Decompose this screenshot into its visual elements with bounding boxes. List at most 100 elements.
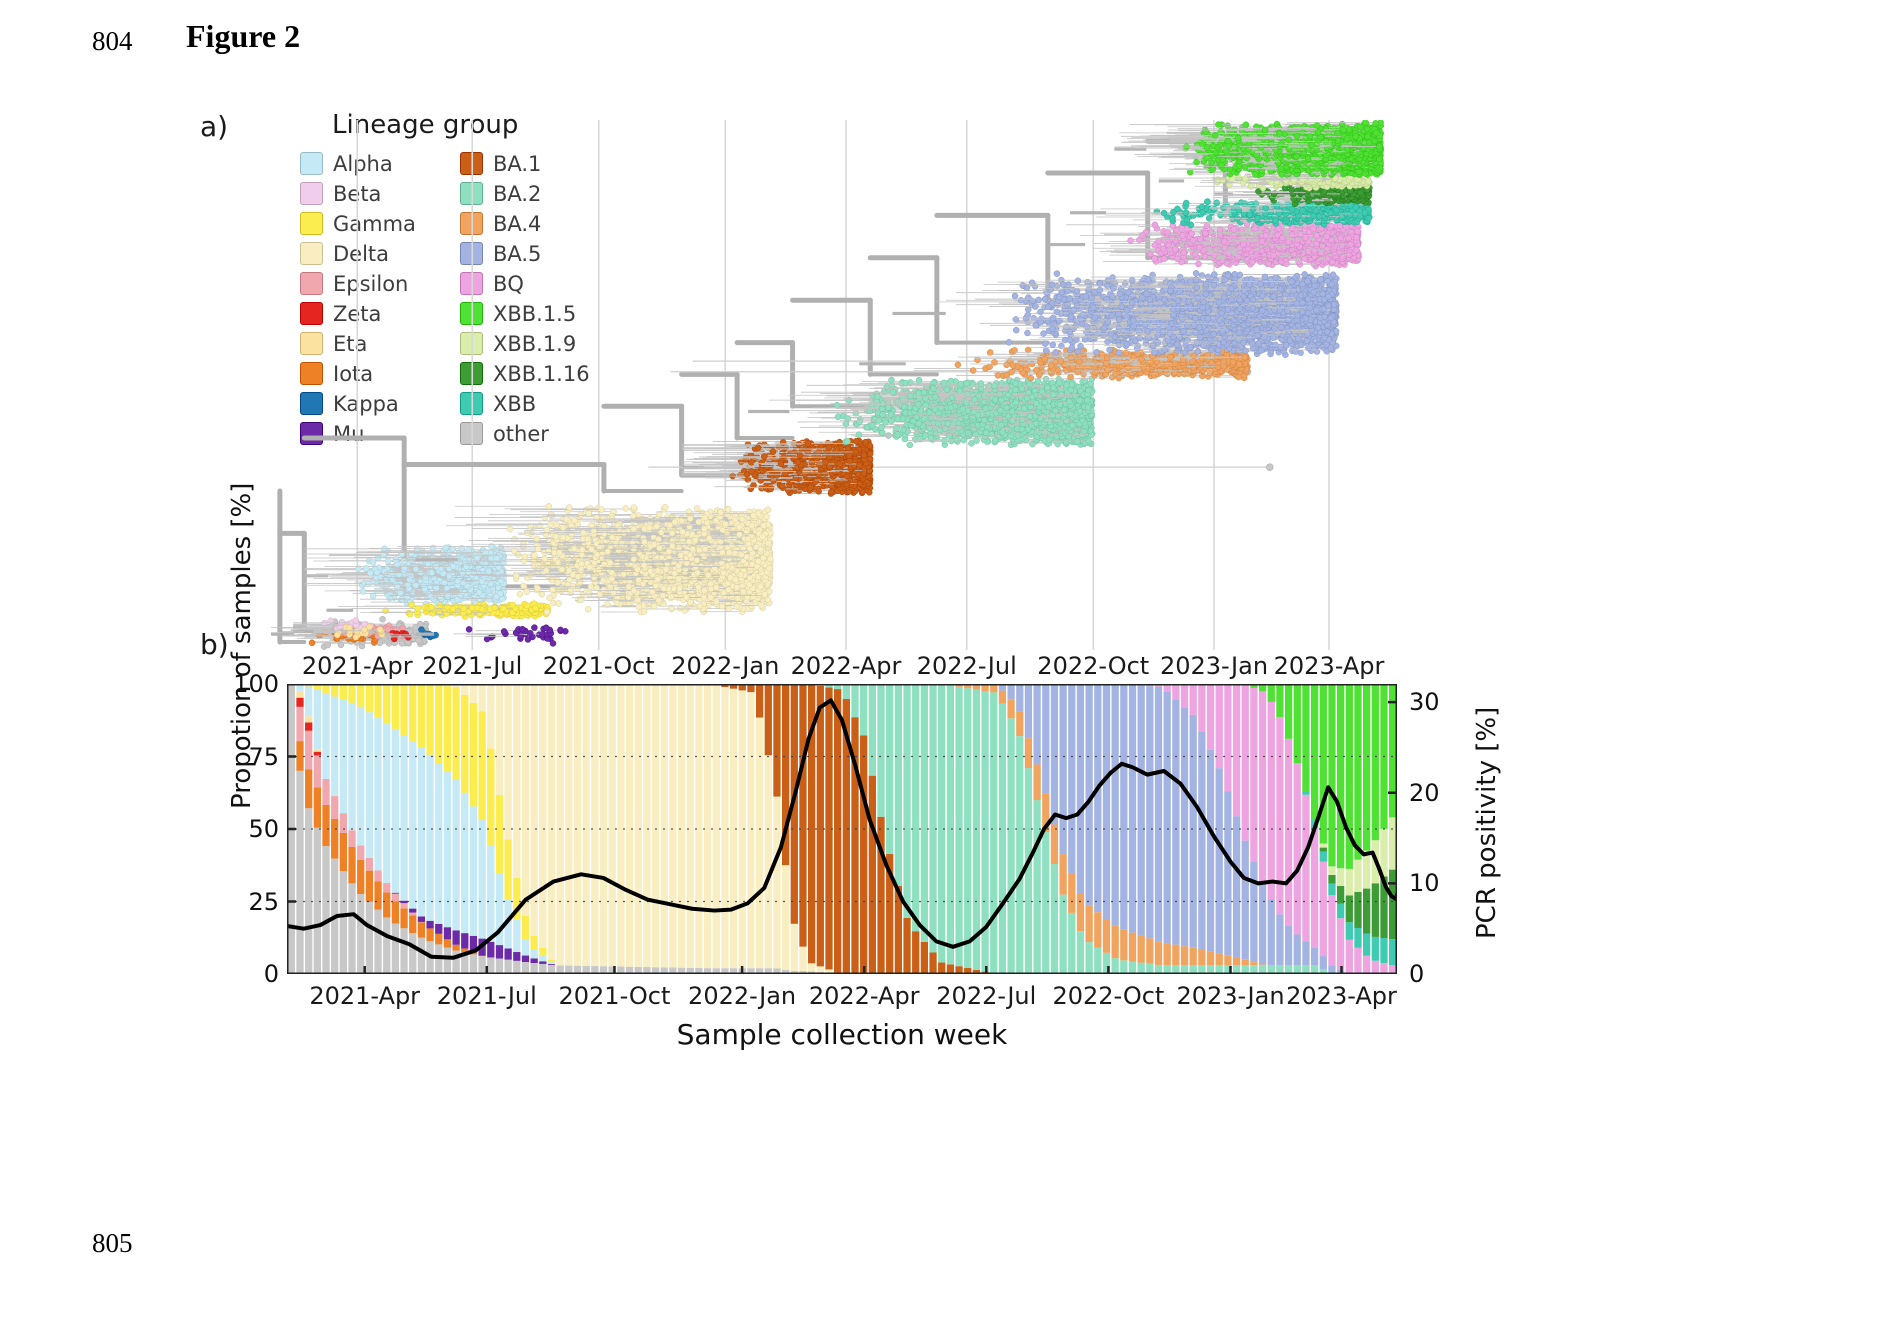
tree-tip — [717, 509, 724, 516]
tree-tip — [713, 598, 720, 605]
tree-tip — [361, 626, 368, 634]
tree-tip — [655, 597, 662, 604]
tree-tip — [584, 535, 592, 543]
tree-tip — [618, 540, 626, 547]
tree-tip — [676, 585, 683, 592]
tree-tip — [545, 548, 552, 555]
tree-tip — [634, 596, 642, 604]
tree-tip — [547, 521, 555, 528]
tree-tip — [655, 535, 662, 543]
tree-tip — [478, 578, 486, 585]
tree-tip — [740, 588, 747, 595]
tree-tip — [369, 559, 377, 566]
tree-tip — [513, 572, 520, 580]
tree-tip — [738, 551, 745, 558]
tree-tip — [519, 626, 526, 633]
tree-tip — [629, 539, 636, 547]
tree-tip — [748, 522, 756, 530]
tree-tip — [577, 511, 585, 518]
tree-tip — [760, 554, 767, 562]
tree-tip — [576, 578, 584, 586]
tree-tip — [640, 561, 648, 569]
tree-tip — [334, 631, 341, 639]
tree-tip — [353, 628, 361, 635]
tree-tip — [669, 542, 676, 550]
line-number-top: 804 — [92, 26, 133, 56]
tree-tip — [552, 533, 560, 540]
tree-tip — [424, 560, 432, 567]
tree-tip — [586, 564, 593, 571]
tree-tip — [542, 567, 550, 574]
tree-tip — [645, 550, 652, 557]
tree-tip — [523, 602, 531, 610]
tree-tip — [497, 590, 504, 597]
tree-tip — [654, 515, 661, 523]
tree-tip — [758, 602, 765, 609]
tree-tip — [701, 545, 709, 553]
tree-tip — [428, 604, 435, 611]
tree-tip — [376, 626, 384, 633]
tree-tip — [681, 607, 689, 614]
tree-tip — [600, 530, 608, 538]
tree-tip — [734, 595, 741, 602]
tree-tip — [486, 606, 494, 613]
tree-tip — [604, 548, 611, 555]
tree-tip — [500, 605, 507, 612]
tree-tip — [733, 603, 740, 610]
tree-tip — [725, 549, 733, 556]
tree-tip — [675, 575, 683, 583]
tree-tip — [694, 569, 701, 577]
tree-tip — [543, 608, 551, 616]
tree-clade-Alpha — [304, 543, 508, 608]
tree-tip — [543, 526, 551, 534]
tree-tip — [510, 547, 518, 555]
tree-tip — [523, 588, 531, 595]
tree-tip — [667, 593, 675, 600]
tree-tip — [695, 518, 702, 526]
tree-tip — [566, 504, 573, 511]
tree-tip — [542, 624, 550, 631]
tree-tip — [625, 583, 633, 591]
tree-tip — [569, 582, 577, 590]
tree-tip — [367, 569, 374, 577]
tree-tip — [554, 579, 561, 587]
tree-tip — [449, 545, 457, 553]
tree-tip — [760, 522, 767, 529]
tree-tip — [428, 569, 436, 577]
tree-tip — [533, 535, 541, 543]
line-number-bottom: 805 — [92, 1228, 133, 1258]
tree-tip — [565, 567, 573, 574]
tree-tip — [416, 620, 424, 628]
tree-tip — [389, 576, 397, 584]
tree-tip — [636, 550, 643, 557]
tree-tip — [384, 557, 392, 565]
tree-tip — [695, 583, 702, 591]
tree-tip — [531, 624, 538, 631]
tree-tip — [401, 564, 408, 572]
tree-tip — [433, 584, 440, 592]
tree-tip — [630, 555, 638, 563]
tree-tip — [731, 516, 739, 524]
tree-tip — [535, 562, 542, 569]
tree-tip — [531, 552, 538, 559]
tree-tip — [463, 563, 470, 570]
tree-tip — [369, 592, 377, 600]
tree-tip — [725, 605, 733, 613]
tree-tip — [364, 580, 372, 588]
tree-tip — [679, 538, 686, 545]
tree-tip — [635, 603, 643, 611]
tree-tip — [630, 512, 637, 520]
tree-tip — [593, 514, 600, 521]
tree-tip — [654, 567, 662, 574]
tree-tip — [640, 608, 648, 615]
tree-tip — [659, 592, 667, 599]
tree-tip — [549, 640, 557, 647]
tree-tip — [630, 587, 638, 594]
tree-tip — [374, 587, 381, 595]
tree-tip — [712, 584, 720, 591]
tree-tip — [746, 574, 754, 582]
tree-tip — [590, 574, 598, 581]
tree-tip — [418, 626, 425, 633]
tree-tip — [541, 555, 549, 562]
tree-tip — [479, 567, 487, 574]
